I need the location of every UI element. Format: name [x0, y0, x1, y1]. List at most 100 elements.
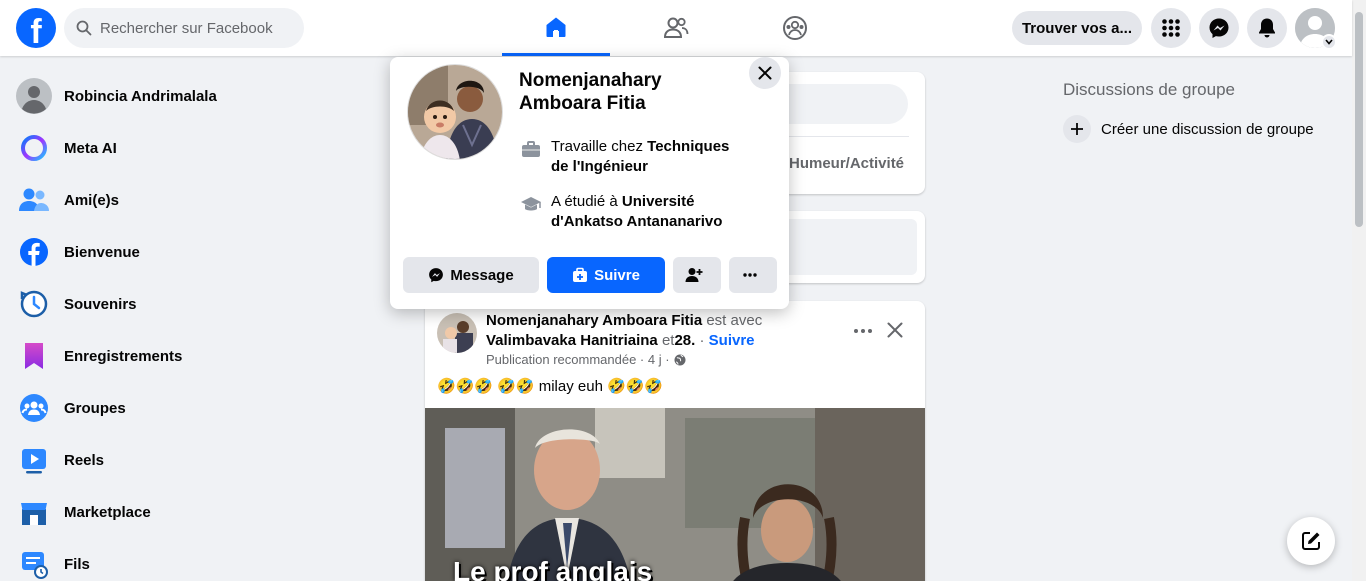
follow-button-label: Suivre: [594, 266, 640, 284]
hover-card-name[interactable]: Nomenjanahary Amboara Fitia: [519, 69, 719, 115]
memories-clock-icon: [16, 286, 52, 322]
search-icon: [76, 20, 92, 36]
menu-grid-icon: [1162, 19, 1180, 37]
follow-icon: [573, 267, 588, 282]
sidebar-item-feeds[interactable]: Fils: [8, 538, 348, 581]
more-dots-icon: [854, 329, 872, 333]
profile-hover-card: Nomenjanahary Amboara Fitia Travaille ch…: [390, 57, 789, 309]
sidebar-item-label: Marketplace: [64, 503, 151, 521]
account-chevron[interactable]: [1321, 34, 1337, 50]
sidebar-item-label: Fils: [64, 555, 90, 573]
scrollbar-thumb[interactable]: [1355, 12, 1363, 227]
sidebar-item-welcome[interactable]: Bienvenue: [8, 226, 348, 278]
post-and-text: et: [661, 332, 675, 349]
sidebar-item-label: Meta AI: [64, 139, 117, 157]
tab-groups[interactable]: [741, 0, 849, 56]
post-image-caption: Le prof anglais: [453, 556, 653, 581]
menu-button[interactable]: [1151, 8, 1191, 48]
follow-button[interactable]: Suivre: [547, 257, 665, 293]
hover-card-work-row: Travaille chez Techniques de l'Ingénieur: [519, 137, 751, 177]
friends-icon: [16, 182, 52, 218]
post-header-text: Nomenjanahary Amboara Fitia est avec Val…: [486, 312, 763, 349]
sidebar-item-label: Groupes: [64, 399, 126, 417]
study-prefix: A étudié à: [551, 193, 618, 210]
post-hide-button[interactable]: [881, 315, 909, 345]
more-options-button[interactable]: [729, 257, 777, 293]
friends-icon: [663, 17, 689, 38]
sidebar-item-reels[interactable]: Reels: [8, 434, 348, 486]
sidebar-item-memories[interactable]: Souvenirs: [8, 278, 348, 330]
groups-icon: [16, 390, 52, 426]
messenger-button[interactable]: [1199, 8, 1239, 48]
post-image[interactable]: Le prof anglais: [425, 408, 925, 581]
add-friend-icon: [685, 268, 703, 282]
marketplace-icon: [16, 494, 52, 530]
top-navigation-bar: f Trouver vos a...: [0, 0, 1352, 56]
find-friends-button[interactable]: Trouver vos a...: [1012, 11, 1142, 45]
sidebar-item-label: Robincia Andrimalala: [64, 87, 217, 105]
post-others-count[interactable]: 28: [674, 332, 691, 349]
profile-avatar-icon: [16, 78, 52, 114]
messenger-icon: [429, 268, 444, 283]
left-sidebar: Robincia Andrimalala Meta AI Ami(e)s Bie…: [8, 70, 348, 581]
feeds-icon: [16, 546, 52, 581]
sidebar-item-label: Enregistrements: [64, 347, 183, 365]
post-meta-text: Publication recommandée · 4 j ·: [486, 352, 670, 367]
globe-icon: [674, 354, 686, 365]
groups-icon: [783, 16, 807, 40]
sidebar-item-profile[interactable]: Robincia Andrimalala: [8, 70, 348, 122]
new-message-button[interactable]: [1287, 517, 1335, 565]
tab-friends[interactable]: [622, 0, 730, 56]
sidebar-item-label: Reels: [64, 451, 105, 469]
story-placeholder[interactable]: [785, 219, 917, 275]
home-icon: [546, 17, 566, 37]
chevron-down-icon: [1325, 39, 1333, 45]
post-options-button[interactable]: [845, 317, 881, 345]
sidebar-item-label: Ami(e)s: [64, 191, 120, 209]
composer-input[interactable]: [780, 84, 908, 124]
post-text: 🤣🤣🤣 🤣🤣 milay euh 🤣🤣🤣: [437, 378, 664, 395]
group-chats-title: Discussions de groupe: [1063, 80, 1235, 99]
meta-ai-icon: [16, 130, 52, 166]
sidebar-item-marketplace[interactable]: Marketplace: [8, 486, 348, 538]
sidebar-item-groups[interactable]: Groupes: [8, 382, 348, 434]
sidebar-item-saved[interactable]: Enregistrements: [8, 330, 348, 382]
post-meta: Publication recommandée · 4 j ·: [486, 352, 686, 367]
hover-card-education-row: A étudié à Université d'Ankatso Antanana…: [519, 192, 751, 232]
compose-edit-icon: [1302, 532, 1320, 550]
close-icon: [887, 322, 903, 338]
bookmark-icon: [16, 338, 52, 374]
facebook-logo[interactable]: f: [16, 8, 56, 48]
post-tagged-name[interactable]: Valimbavaka Hanitriaina: [486, 332, 658, 349]
briefcase-icon: [519, 137, 543, 161]
post-with-text: est avec: [706, 312, 763, 329]
create-group-chat-button[interactable]: Créer une discussion de groupe: [1063, 115, 1314, 143]
hover-card-close-button[interactable]: [749, 57, 781, 89]
sidebar-item-label: Souvenirs: [64, 295, 137, 313]
hover-card-profile-photo[interactable]: [407, 64, 503, 160]
create-group-chat-label: Créer une discussion de groupe: [1101, 120, 1314, 138]
message-button-label: Message: [450, 266, 514, 284]
messenger-icon: [1209, 18, 1229, 38]
add-friend-button[interactable]: [673, 257, 721, 293]
post-follow-link[interactable]: Suivre: [709, 332, 755, 349]
search-box[interactable]: [64, 8, 304, 48]
feeling-activity-button[interactable]: Humeur/Activité: [789, 155, 904, 172]
notifications-button[interactable]: [1247, 8, 1287, 48]
reels-icon: [16, 442, 52, 478]
facebook-icon: [16, 234, 52, 270]
work-prefix: Travaille chez: [551, 138, 643, 155]
plus-icon: [1063, 115, 1091, 143]
sidebar-item-meta-ai[interactable]: Meta AI: [8, 122, 348, 174]
post-author-avatar[interactable]: [437, 313, 477, 353]
bell-icon: [1259, 18, 1275, 38]
sidebar-item-label: Bienvenue: [64, 243, 140, 261]
post-author-name[interactable]: Nomenjanahary Amboara Fitia: [486, 312, 702, 329]
message-button[interactable]: Message: [403, 257, 539, 293]
search-input[interactable]: [100, 19, 290, 37]
more-dots-icon: [743, 273, 757, 277]
close-icon: [758, 66, 772, 80]
sidebar-item-friends[interactable]: Ami(e)s: [8, 174, 348, 226]
tab-home[interactable]: [502, 0, 610, 56]
feed-post: Nomenjanahary Amboara Fitia est avec Val…: [425, 301, 925, 581]
